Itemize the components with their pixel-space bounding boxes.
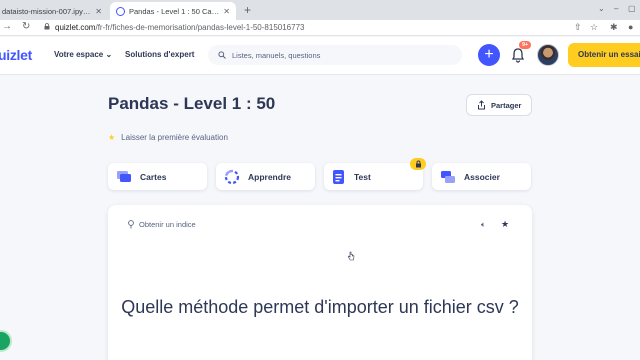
audio-icon[interactable]: 🔈︎ [481,220,486,230]
test-icon [333,169,344,184]
mode-match-button[interactable]: Associer [432,163,531,190]
nav-expert-solutions[interactable]: Solutions d'expert [125,50,194,59]
search-placeholder: Listes, manuels, questions [232,50,321,60]
hint-label: Obtenir un indice [139,220,196,229]
mode-learn-button[interactable]: Apprendre [216,163,315,190]
reload-icon[interactable]: ↻ [22,21,30,32]
rate-label: Laisser la première évaluation [121,133,228,142]
mode-label: Associer [464,171,500,182]
close-icon[interactable]: ✕ [95,7,102,16]
browser-tab-notebook[interactable]: dataisto-mission-007.ipynb - Co ✕ [0,2,108,20]
avatar[interactable] [537,44,559,66]
tab-title: Pandas - Level 1 : 50 Cartes | Qu [129,6,221,16]
profile-icon[interactable]: ● [628,22,633,32]
star-icon: ★ [108,133,116,142]
close-icon[interactable]: ✕ [223,7,230,16]
nav-label: Votre espace [54,50,104,59]
flashcard[interactable]: Obtenir un indice 🔈︎ ★ Quelle méthode pe… [108,205,532,360]
share-icon [478,100,485,110]
mouse-cursor-icon [347,251,355,261]
url-domain: quizlet.com [55,23,96,32]
url-path: /fr-fr/fiches-de-memorisation/pandas-lev… [95,23,305,32]
address-bar-row: → ↻ quizlet.com/fr-fr/fiches-de-memorisa… [0,20,640,36]
share-label: Partager [491,100,522,110]
mode-label: Test [354,171,371,182]
back-arrow-icon[interactable]: → [2,21,12,32]
url-field[interactable]: quizlet.com/fr-fr/fiches-de-memorisation… [55,23,304,32]
tab-title: dataisto-mission-007.ipynb - Co [2,6,92,16]
learn-icon [224,169,240,184]
quizlet-favicon-icon [116,6,125,16]
minimize-icon[interactable]: – [614,4,618,13]
bell-icon[interactable] [511,47,525,63]
mode-cards-button[interactable]: Cartes [108,163,207,190]
mode-label: Cartes [140,171,167,182]
share-button[interactable]: Partager [466,94,532,116]
free-trial-button[interactable]: Obtenir un essai [568,43,640,67]
extensions-icon[interactable]: ✱ [610,22,618,33]
site-header: uizlet Votre espace ⌄ Solutions d'expert… [0,37,640,75]
mode-label: Apprendre [248,171,291,182]
star-icon[interactable]: ★ [501,219,509,230]
rate-link[interactable]: ★ Laisser la première évaluation [108,133,228,142]
share-page-icon[interactable]: ⇧ [574,22,582,33]
mode-test-button[interactable]: Test [324,163,423,190]
bookmark-star-icon[interactable]: ☆ [590,22,598,33]
cards-icon [117,170,131,182]
lock-icon [410,158,426,170]
create-plus-button[interactable]: + [478,44,500,66]
restore-icon[interactable]: ▢ [628,4,636,13]
lightbulb-icon [128,220,134,229]
page-title: Pandas - Level 1 : 50 [108,94,276,113]
flashcard-question: Quelle méthode permet d'importer un fich… [121,297,519,317]
new-tab-icon[interactable]: + [244,3,251,17]
nav-your-space[interactable]: Votre espace ⌄ [54,50,112,59]
search-input[interactable]: Listes, manuels, questions [208,45,462,65]
quizlet-logo[interactable]: uizlet [0,47,32,63]
lock-icon [44,23,50,30]
hint-button[interactable]: Obtenir un indice [128,220,196,229]
chat-widget-button[interactable] [0,330,12,352]
notification-badge: 9+ [519,41,532,49]
match-icon [441,170,455,183]
chevron-down-icon: ⌄ [105,50,113,59]
browser-tab-strip: dataisto-mission-007.ipynb - Co ✕ Pandas… [0,0,640,20]
browser-tab-quizlet[interactable]: Pandas - Level 1 : 50 Cartes | Qu ✕ [110,2,236,20]
search-icon [218,51,226,59]
chevron-down-icon[interactable]: ⌄ [598,4,605,13]
